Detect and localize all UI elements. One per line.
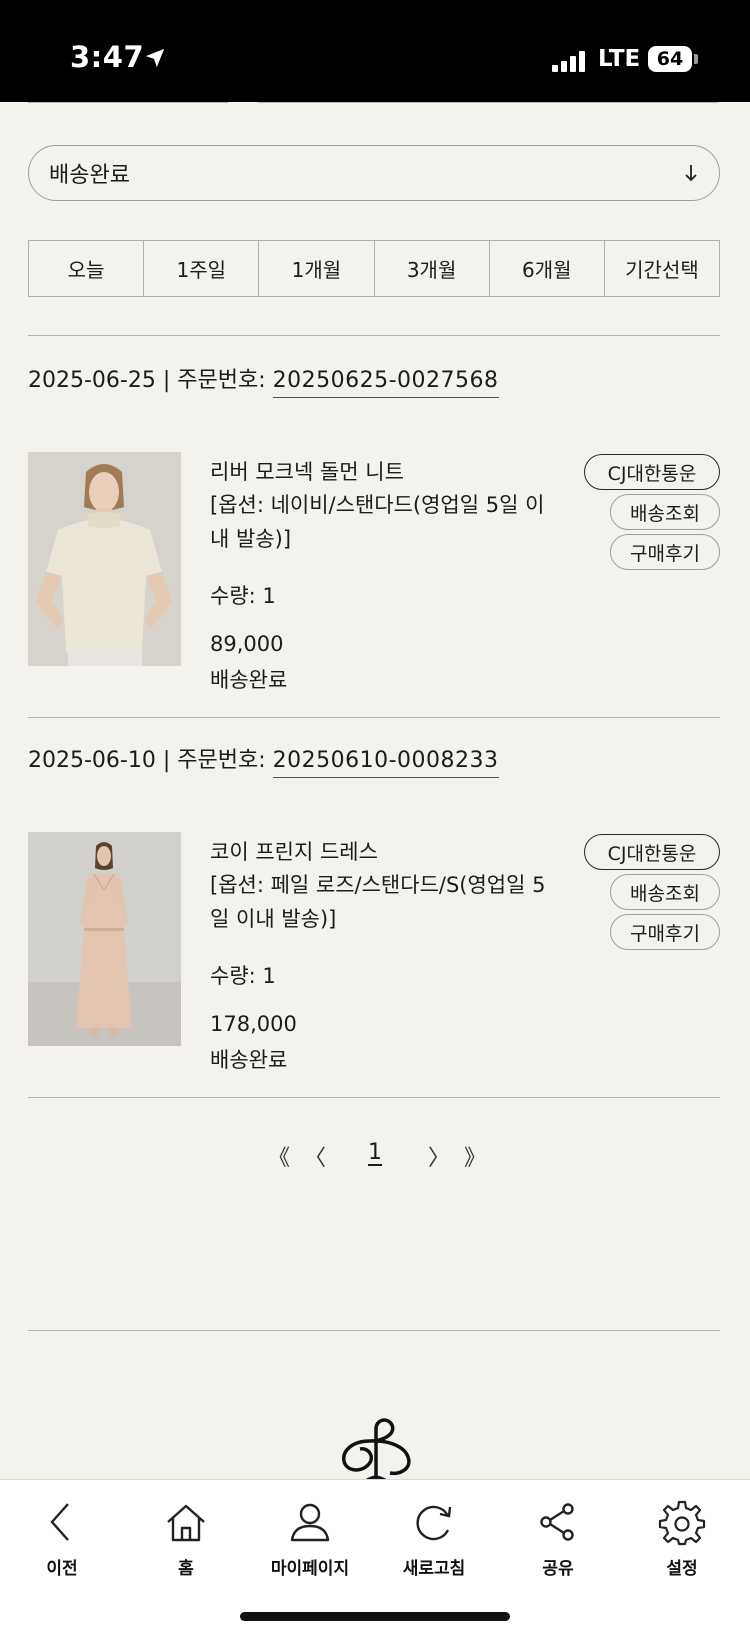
network-label: LTE [598,46,641,72]
delivery-status: 배송완료 [210,1048,288,1072]
status-time: 3:47 [70,40,145,74]
nav-home[interactable]: 홈 [131,1498,241,1579]
product-name[interactable]: 리버 모크넥 돌먼 니트 [210,456,404,486]
share-icon [540,1503,574,1541]
nav-settings-label: 설정 [666,1559,698,1579]
order-header: 2025-06-25 | 주문번호: 20250625-0027568 [28,362,499,398]
divider [28,717,720,718]
product-quantity: 수량: 1 [210,584,276,608]
footer-divider [28,1330,720,1331]
divider [28,1097,720,1098]
product-price: 89,000 [210,632,284,656]
arrow-down-icon [685,165,697,182]
home-icon [167,1504,205,1542]
product-image[interactable] [28,832,181,1046]
nav-refresh-label: 새로고침 [402,1559,466,1579]
track-delivery-button[interactable]: 배송조회 [610,874,720,910]
user-icon [290,1503,330,1542]
tab-6month[interactable]: 6개월 [490,241,605,296]
courier-button[interactable]: CJ대한통운 [584,834,720,870]
top-divider [28,102,718,106]
nav-refresh[interactable]: 새로고침 [379,1498,489,1579]
brand-logo [342,1418,411,1483]
nav-back[interactable]: 이전 [7,1498,117,1579]
product-option: [옵션: 페일 로즈/스탠다드/S(영업일 5일 이내 발송)] [210,873,546,931]
nav-settings[interactable]: 설정 [627,1498,737,1579]
nav-home-label: 홈 [178,1559,194,1579]
back-icon [50,1503,69,1541]
prev-page-button[interactable]: 〈 [304,1140,326,1172]
page-1-link[interactable]: 1 [368,1140,382,1165]
period-tabs: 오늘 1주일 1개월 3개월 6개월 기간선택 [28,240,720,297]
courier-button[interactable]: CJ대한통운 [584,454,720,490]
tab-3month[interactable]: 3개월 [375,241,490,296]
tab-1week[interactable]: 1주일 [144,241,260,296]
order-number-link[interactable]: 20250610-0008233 [272,748,499,778]
order-status-value: 배송완료 [49,163,130,188]
nav-share-label: 공유 [542,1559,574,1579]
bottom-navigation: 이전 홈 마이페이지 새로고침 공유 설정 [0,1479,750,1630]
track-delivery-button[interactable]: 배송조회 [610,494,720,530]
battery-icon: 64 [648,46,692,72]
write-review-button[interactable]: 구매후기 [610,534,720,570]
battery-tip [694,54,698,64]
product-name[interactable]: 코이 프린지 드레스 [210,836,378,866]
write-review-button[interactable]: 구매후기 [610,914,720,950]
order-header: 2025-06-10 | 주문번호: 20250610-0008233 [28,742,499,778]
gear-icon [658,1500,706,1546]
pagination: 《 〈 1 〉 》 [0,1140,750,1180]
home-indicator [240,1612,510,1621]
product-option: [옵션: 네이비/스탠다드(영업일 5일 이내 발송)] [210,493,545,551]
order-date: 2025-06-25 | 주문번호: [28,368,273,393]
nav-share[interactable]: 공유 [503,1498,613,1579]
order-status-select[interactable]: 배송완료 [28,145,720,201]
divider [28,335,720,336]
tab-today[interactable]: 오늘 [29,241,145,296]
nav-mypage[interactable]: 마이페이지 [255,1498,365,1579]
signal-icon [552,50,588,72]
tab-1month[interactable]: 1개월 [259,241,375,296]
first-page-button[interactable]: 《 [268,1140,290,1172]
next-page-button[interactable]: 〉 [428,1140,450,1172]
nav-mypage-label: 마이페이지 [270,1559,350,1579]
order-number-link[interactable]: 20250625-0027568 [272,368,499,398]
status-bar: 3:47 LTE 64 [0,0,750,102]
location-arrow-icon [145,48,165,68]
product-price: 178,000 [210,1012,297,1036]
tab-custom-period[interactable]: 기간선택 [605,241,719,296]
order-date: 2025-06-10 | 주문번호: [28,748,273,773]
delivery-status: 배송완료 [210,668,288,692]
last-page-button[interactable]: 》 [464,1140,486,1172]
nav-back-label: 이전 [46,1559,78,1579]
product-image[interactable] [28,452,181,666]
product-quantity: 수량: 1 [210,964,276,988]
refresh-icon [416,1505,452,1541]
